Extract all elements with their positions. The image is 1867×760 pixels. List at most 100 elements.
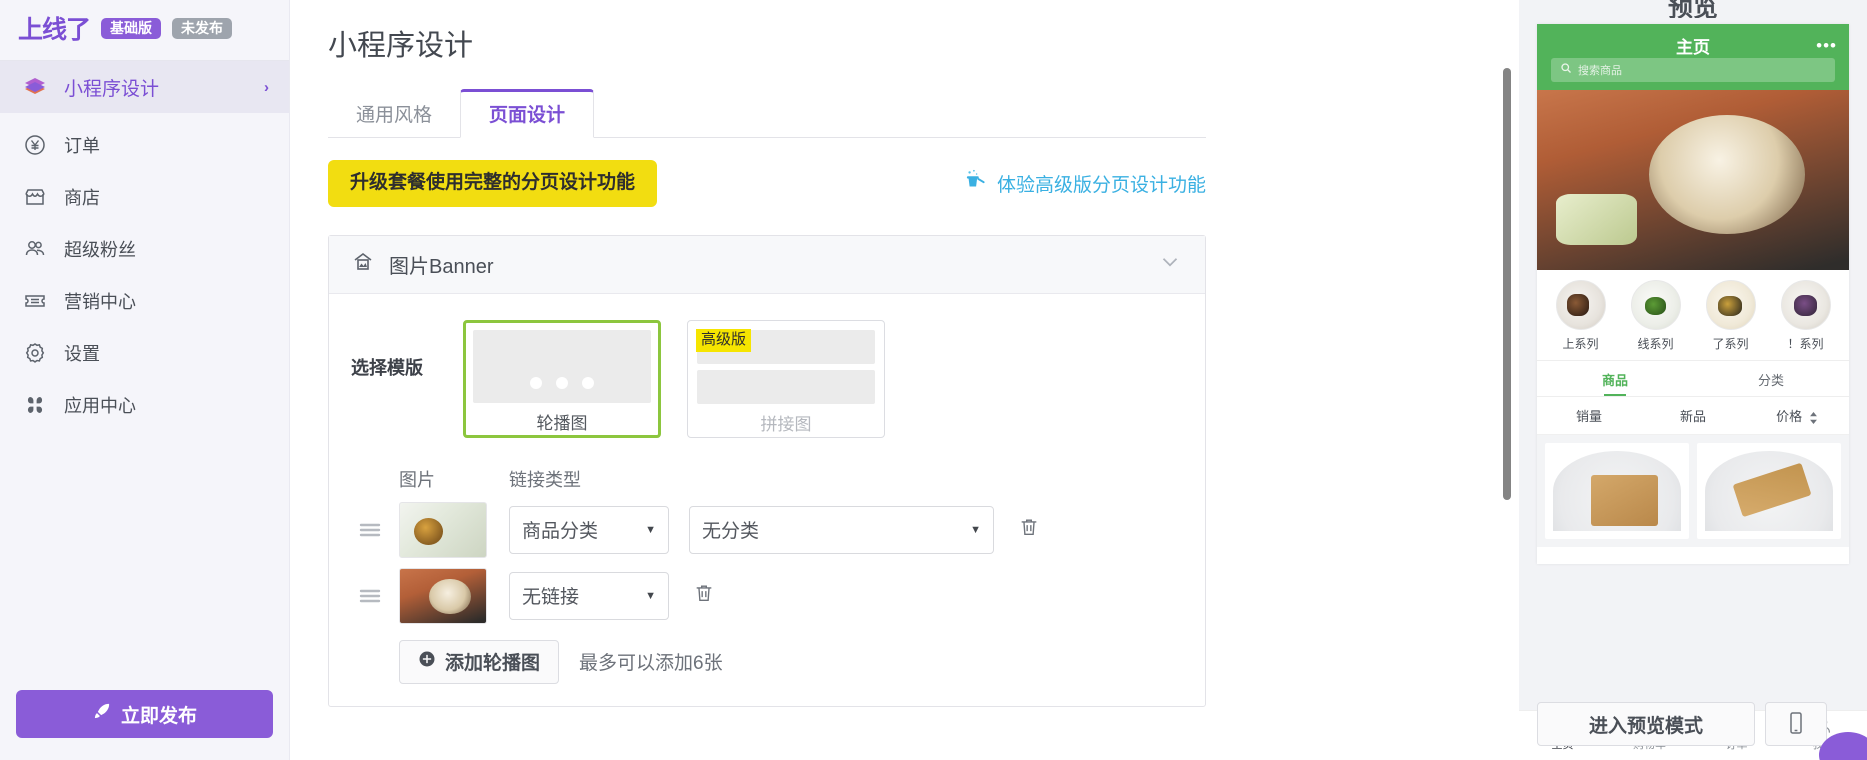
link-type-select-value: 商品分类 (522, 521, 599, 543)
delete-row-icon[interactable] (693, 582, 715, 609)
phone-header: 主页 ••• 搜索商品 (1537, 24, 1849, 90)
sidebar-item-label: 商店 (64, 188, 100, 208)
phone-search-placeholder: 搜索商品 (1578, 65, 1622, 77)
tab-page-design[interactable]: 页面设计 (460, 89, 595, 138)
phone-tab-products[interactable]: 商品 (1537, 361, 1693, 396)
phone-tab-categories[interactable]: 分类 (1693, 361, 1849, 396)
brand-row: 上线了 基础版 未发布 (0, 0, 289, 56)
table-row: 无链接 ▼ (351, 567, 1183, 624)
category-image (1555, 280, 1606, 330)
link-target-select[interactable]: 无分类 ▼ (689, 505, 994, 554)
template-card-collage[interactable]: 高级版 拼接图 (687, 319, 885, 438)
status-badge: 未发布 (172, 17, 233, 39)
column-header-image: 图片 (399, 469, 435, 490)
main-scrollbar[interactable] (1503, 68, 1511, 500)
ticket-icon (22, 288, 48, 314)
page-title: 小程序设计 (328, 30, 474, 62)
main-content: 小程序设计 通用风格 页面设计 升级套餐使用完整的分页设计功能 体验高级版分页设… (290, 0, 1519, 760)
phone-category-item[interactable]: 线系列 (1625, 280, 1687, 352)
sort-by-new[interactable]: 新品 (1641, 397, 1745, 434)
product-card[interactable] (1697, 443, 1841, 539)
phone-sort-row: 销量 新品 价格 (1537, 397, 1849, 435)
yen-circle-icon (22, 132, 48, 158)
image-banner-panel: 图片Banner 选择模版 轮播图 高级版 拼接图 图片 链接类型 商品分类 ▼… (328, 234, 1206, 707)
upgrade-banner-row: 升级套餐使用完整的分页设计功能 体验高级版分页设计功能 (328, 160, 1206, 207)
panel-body: 选择模版 轮播图 高级版 拼接图 图片 链接类型 商品分类 ▼ 无分类 ▼ 无链… (329, 294, 1205, 706)
add-carousel-image-button[interactable]: 添加轮播图 (399, 639, 560, 684)
sidebar-item-app-center[interactable]: 应用中心 (0, 379, 289, 431)
add-image-hint: 最多可以添加6张 (579, 653, 723, 675)
drag-handle-icon[interactable] (351, 519, 399, 541)
delete-row-icon[interactable] (1018, 516, 1040, 543)
phone-search-bar[interactable]: 搜索商品 (1551, 58, 1835, 82)
phone-category-item[interactable]: ！系列 (1775, 280, 1837, 352)
link-type-select-value: 无链接 (522, 587, 580, 609)
product-card[interactable] (1545, 443, 1689, 539)
phone-category-item[interactable]: 上系列 (1550, 280, 1612, 352)
sidebar-item-label: 小程序设计 (64, 78, 160, 100)
sidebar-item-store[interactable]: 商店 (0, 171, 289, 223)
sidebar-item-settings[interactable]: 设置 (0, 327, 289, 379)
sidebar-item-orders[interactable]: 订单 (0, 119, 289, 171)
table-row: 商品分类 ▼ 无分类 ▼ (351, 501, 1183, 558)
category-image (1705, 280, 1756, 330)
sidebar-item-marketing[interactable]: 营销中心 (0, 275, 289, 327)
advanced-feature-link[interactable]: 体验高级版分页设计功能 (962, 167, 1206, 199)
carousel-dot (556, 376, 568, 389)
row-thumbnail[interactable] (399, 567, 487, 624)
carousel-dots (473, 376, 651, 389)
advanced-feature-link-label: 体验高级版分页设计功能 (996, 174, 1206, 196)
magic-wand-icon (962, 167, 988, 199)
link-type-select[interactable]: 无链接 ▼ (509, 571, 669, 620)
device-toggle-button[interactable] (1765, 702, 1827, 746)
tab-general-style[interactable]: 通用风格 (328, 106, 460, 137)
template-selector: 选择模版 轮播图 高级版 拼接图 (351, 319, 1183, 438)
panel-header[interactable]: 图片Banner (329, 235, 1205, 294)
sidebar-item-label: 订单 (64, 136, 100, 156)
brand-logo: 上线了 (18, 16, 91, 44)
drag-handle-icon[interactable] (351, 585, 399, 607)
sidebar-item-label: 应用中心 (64, 396, 136, 416)
grid-apps-icon (22, 392, 48, 418)
carousel-dot (530, 376, 542, 389)
publish-button[interactable]: 立即发布 (16, 690, 273, 738)
phone-preview: 主页 ••• 搜索商品 上系列 线系列 了系列 ！系列 商品 分类 销量 新品 … (1519, 24, 1867, 760)
publish-button-label: 立即发布 (120, 705, 197, 727)
tab-bar: 通用风格 页面设计 (328, 89, 1206, 138)
template-card-label: 拼接图 (760, 414, 812, 434)
row-thumbnail[interactable] (399, 501, 487, 558)
sort-by-price[interactable]: 价格 (1745, 397, 1849, 434)
layers-icon (22, 74, 48, 100)
plus-circle-icon (418, 650, 436, 674)
chevron-down-icon: ▼ (645, 589, 656, 602)
enter-preview-mode-button[interactable]: 进入预览模式 (1537, 702, 1755, 746)
sidebar-item-miniprogram-design[interactable]: 小程序设计 › (0, 61, 289, 113)
sidebar-item-label: 设置 (64, 344, 100, 364)
plan-badge: 基础版 (101, 17, 162, 39)
carousel-dot (582, 376, 594, 389)
add-image-row: 添加轮播图 最多可以添加6张 (351, 639, 1183, 684)
phone-category-item[interactable]: 了系列 (1700, 280, 1762, 352)
gear-icon (22, 340, 48, 366)
category-image (1780, 280, 1831, 330)
sidebar-item-super-fans[interactable]: 超级粉丝 (0, 223, 289, 275)
sidebar-nav-list: 订单 商店 超级粉丝 营销中心 设置 应用中心 (0, 119, 289, 431)
app-root: 上线了 基础版 未发布 小程序设计 › 订单 商店 超级粉丝 营销中心 设置 应… (0, 0, 1867, 760)
image-banner-icon (351, 250, 375, 279)
phone-category-row: 上系列 线系列 了系列 ！系列 (1537, 270, 1849, 360)
preview-title: 预览 (1667, 0, 1718, 18)
sort-by-sales[interactable]: 销量 (1537, 397, 1641, 434)
upgrade-plan-button[interactable]: 升级套餐使用完整的分页设计功能 (328, 160, 658, 207)
collapse-chevron-icon[interactable] (1157, 249, 1183, 280)
template-card-carousel[interactable]: 轮播图 (463, 319, 661, 438)
link-target-select-value: 无分类 (702, 521, 760, 543)
more-dots-icon[interactable]: ••• (1816, 36, 1837, 56)
category-label: 了系列 (1712, 337, 1749, 351)
category-label: ！系列 (1787, 337, 1824, 351)
column-header-link-type: 链接类型 (509, 469, 581, 490)
template-selector-label: 选择模版 (351, 357, 423, 378)
phone-banner-image[interactable] (1537, 90, 1849, 270)
search-icon (1560, 61, 1572, 79)
preview-panel: 预览 主页 ••• 搜索商品 上系列 线系列 了系列 ！系列 商品 分类 销量 … (1519, 0, 1867, 760)
link-type-select[interactable]: 商品分类 ▼ (509, 505, 669, 554)
